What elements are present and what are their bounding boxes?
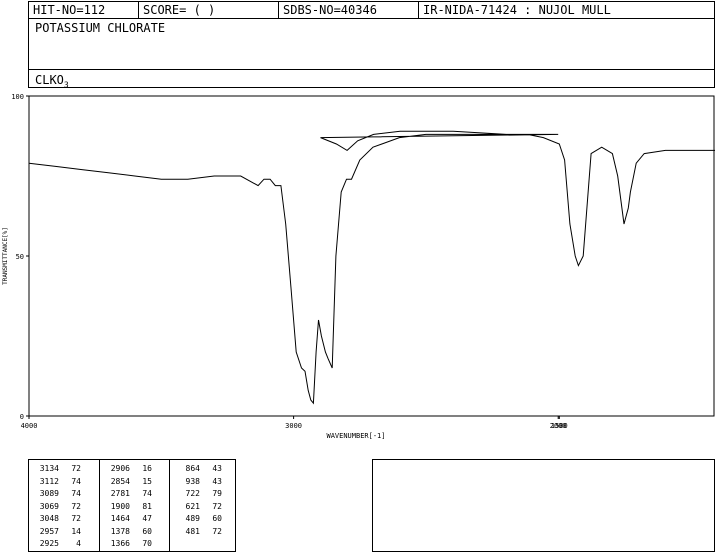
peak-wavenumber: 489 [185,514,200,523]
peak-transmittance: 72 [212,501,222,511]
peak-wavenumber: 2925 [39,539,59,548]
peak-wavenumber: 1464 [110,514,130,523]
peak-transmittance: 16 [142,464,152,473]
peak-transmittance: 74 [142,489,152,498]
peak-wavenumber: 1378 [110,526,130,536]
score: SCORE= ( ) [139,2,279,18]
peak-wavenumber: 2781 [110,489,130,498]
peak-column: 3134 72 3112 74 3089 74 3069 72 3048 72 2957 14 2925… [29,460,99,551]
peak-transmittance: 70 [142,539,152,548]
peak-wavenumber: 1900 [110,501,130,511]
peak-row: 621 72 [174,501,222,512]
peak-transmittance: 60 [212,514,222,523]
peak-transmittance: 72 [71,514,81,523]
peak-wavenumber: 2957 [39,526,59,536]
peak-wavenumber: 3048 [39,514,59,523]
peak-wavenumber: 3134 [39,464,59,473]
peak-row: 1900 81 [104,501,152,512]
peak-row: 489 60 [174,513,222,524]
x-tick-label: 4000 [21,422,38,430]
peak-row: 1378 60 [104,526,152,537]
peak-transmittance: 14 [71,526,81,536]
peak-wavenumber: 938 [185,476,200,486]
peak-transmittance: 43 [212,464,222,473]
peak-row: 938 43 [174,476,222,487]
peak-transmittance: 72 [71,464,81,473]
hit-number: HIT-NO=112 [29,2,139,18]
y-tick-label: 100 [11,93,24,101]
peak-wavenumber: 3089 [39,489,59,498]
header-bar: HIT-NO=112 SCORE= ( ) SDBS-NO=40346 IR-N… [28,1,715,19]
peak-transmittance: 47 [142,514,152,523]
peak-transmittance: 43 [212,476,222,486]
peak-wavenumber: 2854 [110,476,130,486]
peak-transmittance: 74 [71,476,81,486]
peak-wavenumber: 1366 [110,539,130,548]
compound-divider [29,69,714,70]
peak-row: 1464 47 [104,513,152,524]
spectrum-line [28,130,715,405]
peak-transmittance: 72 [71,501,81,511]
y-tick-label: 0 [20,413,24,421]
x-axis-label: WAVENUMBER[-1] [326,432,385,440]
peak-wavenumber: 481 [185,526,200,536]
peak-transmittance: 74 [71,489,81,498]
y-tick-label: 50 [16,253,24,261]
peak-wavenumber: 864 [185,464,200,473]
x-tick-label: 3000 [285,422,302,430]
peak-transmittance: 15 [142,476,152,486]
peak-row: 2957 14 [33,526,81,537]
comments-box [372,459,715,552]
peak-row: 3089 74 [33,488,81,499]
peak-column: 2906 16 2854 15 2781 74 1900 81 1464 47 1378 60 1366… [99,460,169,551]
compound-name: POTASSIUM CHLORATE [35,21,166,35]
peak-row: 3112 74 [33,476,81,487]
peak-row: 481 72 [174,526,222,537]
peak-row: 1366 70 [104,538,152,549]
peak-row: 722 79 [174,488,222,499]
peak-row: 864 43 [174,463,222,474]
peak-row: 2854 15 [104,476,152,487]
y-axis-ticks: 0 50 100 [11,93,29,421]
sdbs-number: SDBS-NO=40346 [279,2,419,18]
peak-row: 2906 16 [104,463,152,474]
x-axis-ticks: 40003000200015001000500 [21,416,568,430]
peak-row: 3134 72 [33,463,81,474]
compound-panel: POTASSIUM CHLORATE CLKO3 [28,18,715,89]
peak-row: 3069 72 [33,501,81,512]
y-axis-label: TRANSMITTANCE[%] [2,227,9,285]
peak-wavenumber: 621 [185,501,200,511]
peak-wavenumber: 3069 [39,501,59,511]
peak-wavenumber: 2906 [110,464,130,473]
plot-frame [28,95,715,417]
formula-base: CLKO [35,73,64,87]
peak-wavenumber: 3112 [39,476,59,486]
peak-row: 2781 74 [104,488,152,499]
peak-transmittance: 81 [142,501,152,511]
peak-transmittance: 79 [212,489,222,498]
peak-wavenumber: 722 [185,489,200,498]
ir-spectrum-chart: 40003000200015001000500 050100 WAVENUMBE… [2,93,715,440]
peak-transmittance: 4 [76,539,81,548]
peak-row: 2925 4 [33,538,81,549]
x-tick-label: 1500 [551,422,568,430]
peak-transmittance: 60 [142,526,152,536]
peak-table: 3134 72 3112 74 3089 74 3069 72 3048 72 2957 14 2925… [28,459,236,552]
peak-column: 864 43 938 43 722 79 621 72 489 60 481 72 [169,460,237,551]
peak-row: 3048 72 [33,513,81,524]
ir-info: IR-NIDA-71424 : NUJOL MULL [423,3,611,17]
peak-transmittance: 72 [212,526,222,536]
